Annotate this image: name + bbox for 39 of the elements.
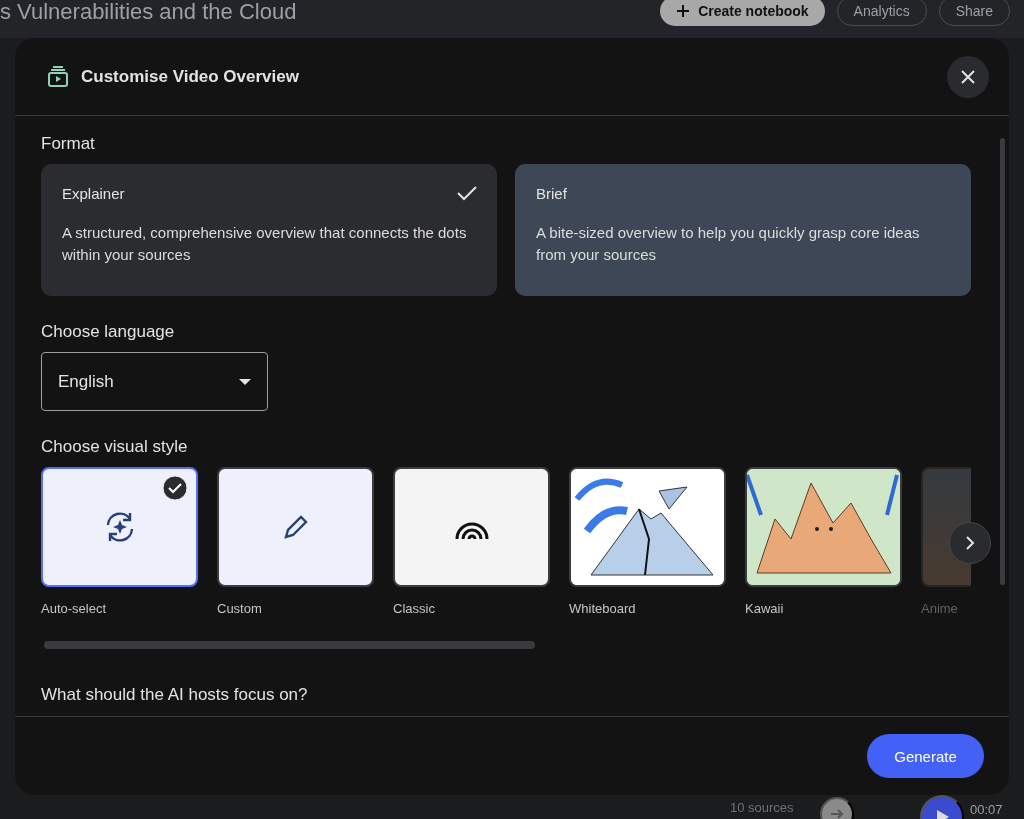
style-option-tile[interactable] — [217, 467, 374, 587]
format-option-description: A bite-sized overview to help you quickly grasp core ideas from your sources — [536, 223, 921, 265]
format-option-title: Brief — [536, 185, 567, 202]
sources-count: 10 sources — [730, 799, 795, 815]
chevron-right-icon — [965, 536, 975, 550]
next-arrow-button[interactable] — [949, 522, 991, 564]
checkmark-icon — [457, 185, 477, 201]
style-option-label: Auto-select — [41, 601, 108, 616]
horizontal-scrollbar[interactable] — [44, 641, 535, 649]
pencil-icon — [281, 513, 310, 541]
format-option-title: Explainer — [62, 185, 125, 202]
dropdown-caret-icon — [239, 378, 251, 385]
style-option-label: Whiteboard — [569, 601, 637, 616]
close-icon — [960, 68, 976, 85]
format-option-description: A structured, comprehensive overview that connects the dots within your sources — [62, 223, 468, 265]
playback-time: 00:07 — [970, 801, 1003, 817]
dialog-title: Customise Video Overview — [81, 66, 300, 87]
style-option-label: Kawaii — [745, 601, 785, 616]
language-heading: Choose language — [41, 322, 176, 342]
plus-icon — [676, 4, 691, 18]
video-stack-icon — [47, 65, 69, 88]
language-dropdown[interactable]: English — [41, 352, 268, 411]
style-option-label: Custom — [217, 601, 263, 616]
close-button[interactable] — [947, 55, 989, 98]
checkmark-badge-icon — [162, 475, 188, 501]
focus-heading: What should the AI hosts focus on? — [41, 685, 309, 705]
notebook-title: s Vulnerabilities and the Cloud — [0, 0, 298, 25]
visual-style-heading: Choose visual style — [41, 437, 189, 457]
vertical-scrollbar[interactable] — [1000, 138, 1005, 585]
style-option-label: Classic — [393, 601, 436, 616]
style-option-tile[interactable] — [393, 467, 550, 587]
format-option-card[interactable]: Explainer A structured, comprehensive overview that connects the dots within your sources — [41, 164, 497, 296]
style-option-label: Anime — [921, 601, 959, 616]
generate-button[interactable]: Generate — [867, 734, 984, 778]
style-option-tile[interactable] — [41, 467, 198, 587]
create-notebook-button[interactable]: Create notebook — [660, 0, 825, 26]
format-heading: Format — [41, 134, 96, 154]
format-option-card[interactable]: Brief A bite-sized overview to help you quickly grasp core ideas from your sources — [515, 164, 971, 296]
arrow-icon — [830, 807, 844, 819]
